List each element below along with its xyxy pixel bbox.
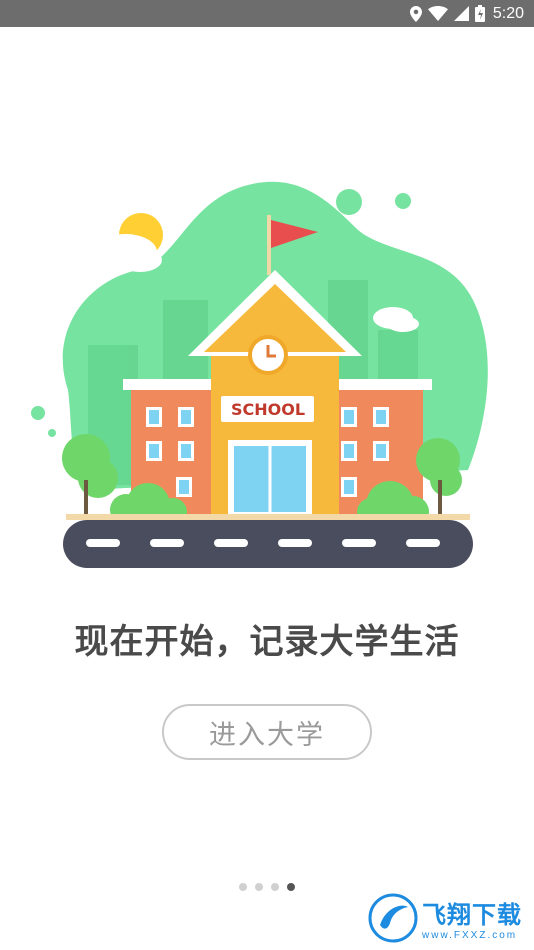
school-sign: SCHOOL	[231, 400, 305, 419]
page-dot[interactable]	[255, 883, 263, 891]
page-dot[interactable]	[239, 883, 247, 891]
page-dot[interactable]	[271, 883, 279, 891]
battery-icon	[474, 5, 485, 22]
wifi-icon	[427, 6, 448, 21]
watermark-title: 飞翔下载	[422, 901, 522, 929]
enter-university-button[interactable]: 进入大学	[162, 704, 372, 760]
decor-dot	[31, 406, 45, 420]
watermark-subtitle: www.FXXZ.com	[422, 930, 518, 941]
decor-dot	[48, 429, 56, 437]
decor-dot	[336, 189, 362, 215]
decor-dot	[395, 193, 411, 209]
page-dot-active[interactable]	[287, 883, 295, 891]
onboarding-headline: 现在开始，记录大学生活	[74, 622, 460, 662]
clock: 5:20	[492, 4, 524, 22]
watermark-logo-icon	[368, 893, 418, 943]
signal-icon	[453, 6, 469, 21]
status-bar: 5:20	[0, 0, 534, 27]
school-illustration: SCHOOL	[31, 181, 488, 568]
watermark: 飞翔下载 www.FXXZ.com	[368, 890, 524, 946]
location-icon	[409, 5, 422, 22]
